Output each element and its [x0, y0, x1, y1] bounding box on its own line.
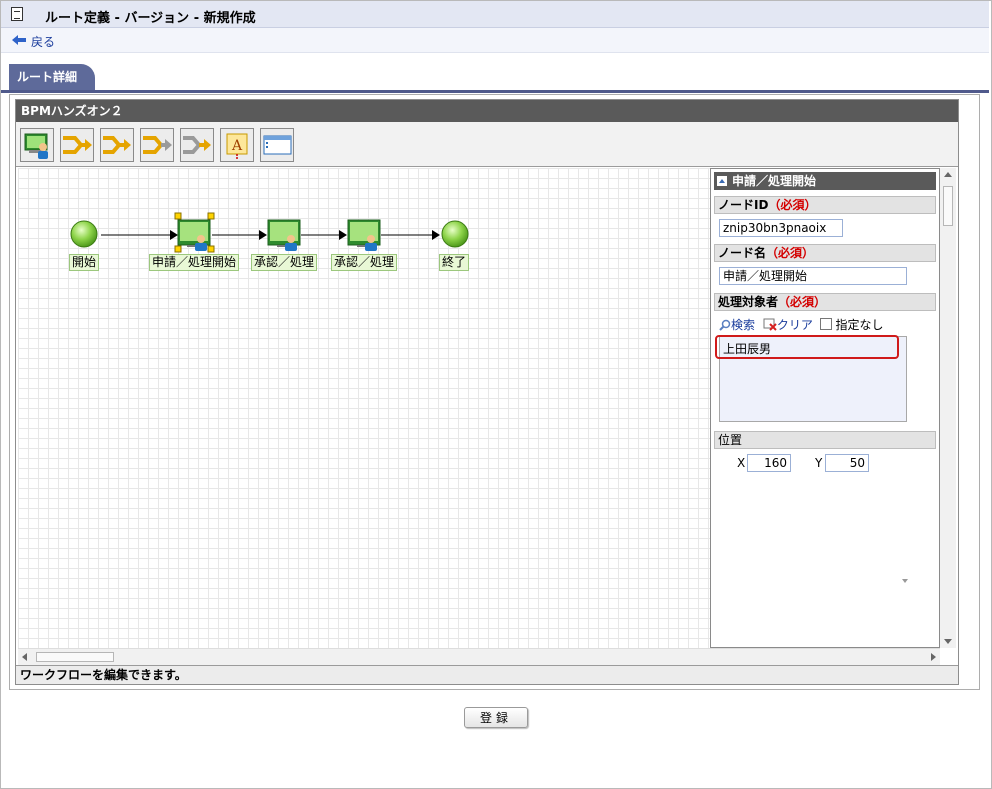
collapse-icon[interactable]	[717, 176, 727, 186]
target-label: 処理対象者	[718, 295, 779, 309]
horizontal-scroll-thumb[interactable]	[36, 652, 114, 662]
node-properties-panel: 申請／処理開始 ノードID（必須） znip30bn3pnaoix ノード名（必…	[710, 168, 940, 648]
window-icon	[263, 135, 292, 155]
node-label-end[interactable]: 終了	[439, 254, 470, 271]
position-y-field[interactable]: 50	[825, 454, 869, 472]
node-id-label: ノードID	[718, 198, 769, 212]
page-title: ルート定義 - バージョン - 新規作成	[45, 11, 256, 26]
none-label: 指定なし	[835, 318, 884, 332]
task-node-approve-1[interactable]	[267, 219, 301, 251]
tab-route-detail[interactable]: ルート詳細	[9, 64, 95, 90]
register-button[interactable]: 登録	[464, 707, 528, 728]
end-node[interactable]	[441, 220, 469, 248]
branch-join-icon	[63, 136, 92, 154]
node-name-required: （必須）	[766, 246, 815, 260]
editor-title: BPMハンズオン２	[16, 100, 958, 122]
branch-join-gray-tool-button[interactable]	[140, 128, 174, 162]
vertical-scrollbar[interactable]	[940, 168, 956, 648]
text-icon: A	[226, 133, 248, 159]
node-id-field[interactable]: znip30bn3pnaoix	[719, 219, 843, 237]
panel-title[interactable]: 申請／処理開始	[714, 172, 936, 190]
text-tool-button[interactable]: A	[220, 128, 254, 162]
position-y-label: Y	[815, 456, 823, 470]
title-bar: ルート定義 - バージョン - 新規作成	[1, 1, 989, 28]
panel-title-text: 申請／処理開始	[732, 174, 817, 188]
search-label: 検索	[731, 318, 756, 332]
target-actions: 検索 クリア 指定なし	[719, 316, 884, 332]
position-label: 位置	[718, 433, 743, 447]
branch-arrow-tool-button[interactable]	[100, 128, 134, 162]
node-name-header: ノード名（必須）	[714, 244, 936, 262]
branch-arrow-gray-tool-button[interactable]	[180, 128, 214, 162]
node-label-approve-2[interactable]: 承認／処理	[331, 254, 398, 271]
clear-action[interactable]: クリア	[763, 318, 817, 332]
position-x-label: X	[737, 456, 746, 470]
horizontal-scrollbar[interactable]	[18, 648, 940, 665]
node-label-start[interactable]: 開始	[69, 254, 100, 271]
user-task-icon	[24, 133, 48, 159]
node-id-required: （必須）	[768, 198, 817, 212]
target-header: 処理対象者（必須）	[714, 293, 936, 311]
node-name-label: ノード名	[718, 246, 767, 260]
search-action[interactable]: 検索	[719, 318, 759, 332]
workflow-diagram	[70, 212, 469, 253]
node-label-approve-1[interactable]: 承認／処理	[251, 254, 318, 271]
scroll-down-icon[interactable]	[944, 639, 952, 644]
document-icon	[11, 7, 23, 21]
clear-icon	[763, 318, 777, 331]
node-name-field[interactable]: 申請／処理開始	[719, 267, 907, 285]
window-tool-button[interactable]	[260, 128, 294, 162]
status-bar: ワークフローを編集できます。	[16, 665, 958, 684]
back-link[interactable]: 戻る	[31, 33, 55, 50]
scroll-left-icon[interactable]	[22, 653, 27, 661]
list-scroll-down-icon[interactable]	[902, 579, 908, 583]
task-node-apply[interactable]	[174, 212, 215, 253]
target-required: （必須）	[778, 295, 827, 309]
svg-text:A: A	[231, 138, 243, 154]
position-x-field[interactable]: 160	[747, 454, 791, 472]
editor-toolbar: A	[16, 122, 958, 167]
clear-label: クリア	[776, 318, 813, 332]
highlight-box	[715, 335, 899, 359]
branch-arrow-icon	[103, 136, 131, 154]
task-node-approve-2[interactable]	[347, 219, 381, 251]
node-id-header: ノードID（必須）	[714, 196, 936, 214]
vertical-scroll-thumb[interactable]	[943, 186, 953, 226]
branch-join-gray-icon	[143, 136, 172, 154]
start-node[interactable]	[70, 220, 98, 248]
tab-row: ルート詳細	[1, 64, 989, 93]
workflow-canvas[interactable]: 開始 申請／処理開始 承認／処理 承認／処理 終了	[18, 168, 710, 648]
position-header: 位置	[714, 431, 936, 449]
search-icon	[719, 319, 731, 331]
scroll-right-icon[interactable]	[931, 653, 936, 661]
nav-bar: 戻る	[1, 28, 989, 53]
branch-arrow-gray-icon	[183, 136, 211, 154]
scroll-up-icon[interactable]	[944, 172, 952, 177]
route-editor: BPMハンズオン２ A 開始 申請／処理開始 承認／処理 承認／処理 終了 申請…	[15, 99, 959, 685]
none-checkbox-wrap[interactable]: 指定なし	[819, 318, 884, 332]
node-label-apply[interactable]: 申請／処理開始	[149, 254, 240, 271]
none-checkbox[interactable]	[819, 318, 832, 330]
branch-join-tool-button[interactable]	[60, 128, 94, 162]
back-arrow-icon[interactable]	[12, 35, 26, 45]
user-task-tool-button[interactable]	[20, 128, 54, 162]
